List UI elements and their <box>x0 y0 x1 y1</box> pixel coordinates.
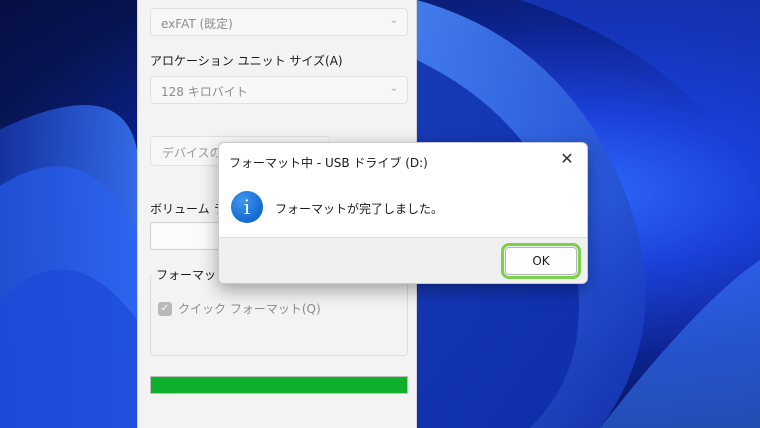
checkmark-icon[interactable]: ✓ <box>158 301 172 316</box>
allocation-unit-label: アロケーション ユニット サイズ(A) <box>150 54 343 68</box>
allocation-unit-select[interactable]: 128 キロバイト ⌄ <box>150 76 408 104</box>
dialog-footer: OK <box>219 237 587 283</box>
allocation-unit-value: 128 キロバイト <box>161 85 248 99</box>
quick-format-label: クイック フォーマット(Q) <box>178 302 321 316</box>
ok-button[interactable]: OK <box>501 243 581 279</box>
filesystem-select[interactable]: exFAT (既定) ⌄ <box>150 8 408 36</box>
quick-format-option[interactable]: ✓ クイック フォーマット(Q) <box>158 300 321 317</box>
progress-fill <box>151 377 407 393</box>
format-complete-dialog: フォーマット中 - USB ドライブ (D:) ✕ i フォーマットが完了しまし… <box>218 142 588 284</box>
dialog-message: フォーマットが完了しました。 <box>275 202 444 216</box>
dialog-title: フォーマット中 - USB ドライブ (D:) <box>229 156 428 170</box>
chevron-down-icon: ⌄ <box>389 83 398 94</box>
close-icon[interactable]: ✕ <box>547 143 587 175</box>
format-progress-bar <box>150 376 408 394</box>
filesystem-value: exFAT (既定) <box>161 17 233 31</box>
info-icon: i <box>231 191 263 223</box>
chevron-down-icon: ⌄ <box>389 15 398 26</box>
